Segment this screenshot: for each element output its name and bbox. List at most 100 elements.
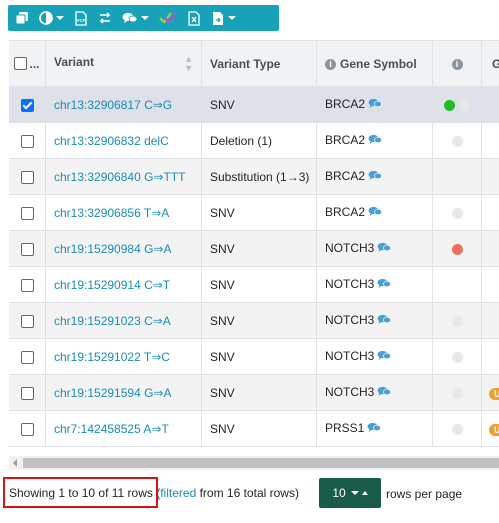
variant-type-cell: Deletion (1) [201,122,317,159]
excel-export-icon [187,10,201,26]
variant-link[interactable]: chr19:15291594 G⇒A [54,386,171,400]
double-check-button[interactable] [154,5,182,31]
status-dot-grey [451,351,463,363]
gene-symbol-cell: BRCA2 [316,158,433,195]
comments-icon[interactable] [368,134,382,148]
table-header-row: ... Variant ▲ ▼ Variant Type i Gene Symbol… [9,41,499,87]
column-header-variant[interactable]: Variant ▲ ▼ [45,41,202,87]
comments-icon[interactable] [377,242,392,256]
contrast-button[interactable] [34,5,69,31]
info-icon: i [325,58,336,70]
g-cell [481,158,499,195]
comments-icon[interactable] [377,386,392,400]
row-select-cell[interactable] [9,302,46,339]
variant-link[interactable]: chr13:32906840 G⇒TTT [54,170,185,184]
comments-icon[interactable] [368,206,382,220]
table-row[interactable]: chr19:15291594 G⇒A SNV NOTCH3 Un [9,374,499,411]
row-checkbox[interactable] [20,350,34,364]
select-all-checkbox[interactable] [14,57,28,71]
row-select-cell[interactable] [9,338,46,375]
page-size-value: 10 [332,486,346,500]
variant-link[interactable]: chr13:32906817 C⇒G [54,98,172,112]
variant-type-text: SNV [210,385,235,400]
variant-type-cell: SNV [201,194,317,231]
copy-button[interactable] [10,5,34,31]
row-select-cell[interactable] [9,158,46,195]
vcf-export-button[interactable]: VCF [69,5,93,31]
column-header-variant-type[interactable]: Variant Type [201,41,317,87]
variant-link[interactable]: chr13:32906856 T⇒A [54,206,169,220]
column-header-g[interactable]: G [481,41,499,87]
table-row[interactable]: chr13:32906817 C⇒G SNV BRCA2 [9,86,499,123]
file-export-button[interactable] [206,5,241,31]
row-select-cell[interactable] [9,122,46,159]
gene-symbol-text: BRCA2 [325,205,366,220]
column-header-g-label: G [492,57,499,71]
variant-type-cell: SNV [201,302,317,339]
status-dots-cell [432,302,482,339]
row-select-cell[interactable] [9,230,46,267]
variant-link[interactable]: chr19:15290914 C⇒T [54,278,170,292]
gene-symbol-cell: BRCA2 [316,194,433,231]
variant-link[interactable]: chr19:15290984 G⇒A [54,242,171,256]
row-checkbox[interactable] [20,98,34,112]
table-row[interactable]: chr13:32906856 T⇒A SNV BRCA2 [9,194,499,231]
caret-down-icon [350,491,359,495]
row-checkbox[interactable] [20,134,34,148]
table-row[interactable]: chr19:15291022 T⇒C SNV NOTCH3 [9,338,499,375]
column-header-info[interactable]: i [432,41,482,87]
table-row[interactable]: chr19:15290984 G⇒A SNV NOTCH3 [9,230,499,267]
status-badge: Un [489,387,499,400]
scrollbar-thumb[interactable] [23,458,499,468]
row-checkbox[interactable] [20,278,34,292]
variant-link[interactable]: chr7:142458525 A⇒T [54,422,169,436]
comments-icon[interactable] [377,350,392,364]
row-checkbox[interactable] [20,422,34,436]
table-row[interactable]: chr7:142458525 A⇒T SNV PRSS1 Un [9,410,499,447]
row-select-cell[interactable] [9,410,46,447]
comments-icon[interactable] [368,170,382,184]
sort-icon[interactable]: ▲ ▼ [184,54,193,73]
comments-icon[interactable] [377,314,392,328]
status-dot-grey [451,387,463,399]
variant-type-cell: SNV [201,266,317,303]
gene-symbol-text: NOTCH3 [325,313,375,328]
row-checkbox[interactable] [20,386,34,400]
horizontal-scrollbar[interactable] [9,456,499,470]
variant-link[interactable]: chr13:32906832 delC [54,134,169,148]
exchange-button[interactable] [93,5,117,31]
variant-link[interactable]: chr19:15291022 T⇒C [54,350,170,364]
filtered-link[interactable]: filtered [160,486,196,500]
variant-link[interactable]: chr19:15291023 C⇒A [54,314,171,328]
g-cell [481,302,499,339]
variant-type-cell: Substitution (1→3) [201,158,317,195]
variant-cell: chr7:142458525 A⇒T [45,410,202,447]
row-checkbox[interactable] [20,242,34,256]
row-checkbox[interactable] [20,314,34,328]
row-select-cell[interactable] [9,86,46,123]
table-row[interactable]: chr13:32906840 G⇒TTT Substitution (1→3) BR… [9,158,499,195]
status-dot-grey [451,207,463,219]
table-row[interactable]: chr19:15291023 C⇒A SNV NOTCH3 [9,302,499,339]
column-header-gene-symbol[interactable]: i Gene Symbol [316,41,433,87]
row-select-cell[interactable] [9,194,46,231]
table-row[interactable]: chr19:15290914 C⇒T SNV NOTCH3 [9,266,499,303]
gene-symbol-cell: NOTCH3 [316,230,433,267]
row-select-cell[interactable] [9,374,46,411]
excel-export-button[interactable] [182,5,206,31]
comments-icon[interactable] [368,98,382,112]
row-checkbox[interactable] [20,170,34,184]
row-checkbox[interactable] [20,206,34,220]
comments-icon[interactable] [377,278,392,292]
comments-button[interactable] [117,5,154,31]
status-dots-cell [432,86,482,123]
double-check-icon [159,11,177,25]
comments-icon[interactable] [367,422,382,436]
column-header-variant-type-label: Variant Type [210,56,281,71]
page-size-dropdown-button[interactable]: 10 [319,478,381,508]
scroll-left-arrow-icon[interactable] [13,459,17,467]
table-row[interactable]: chr13:32906832 delC Deletion (1) BRCA2 [9,122,499,159]
variants-table: ... Variant ▲ ▼ Variant Type i Gene Symbol… [9,41,499,447]
row-select-cell[interactable] [9,266,46,303]
select-all-header[interactable]: ... [9,41,46,87]
